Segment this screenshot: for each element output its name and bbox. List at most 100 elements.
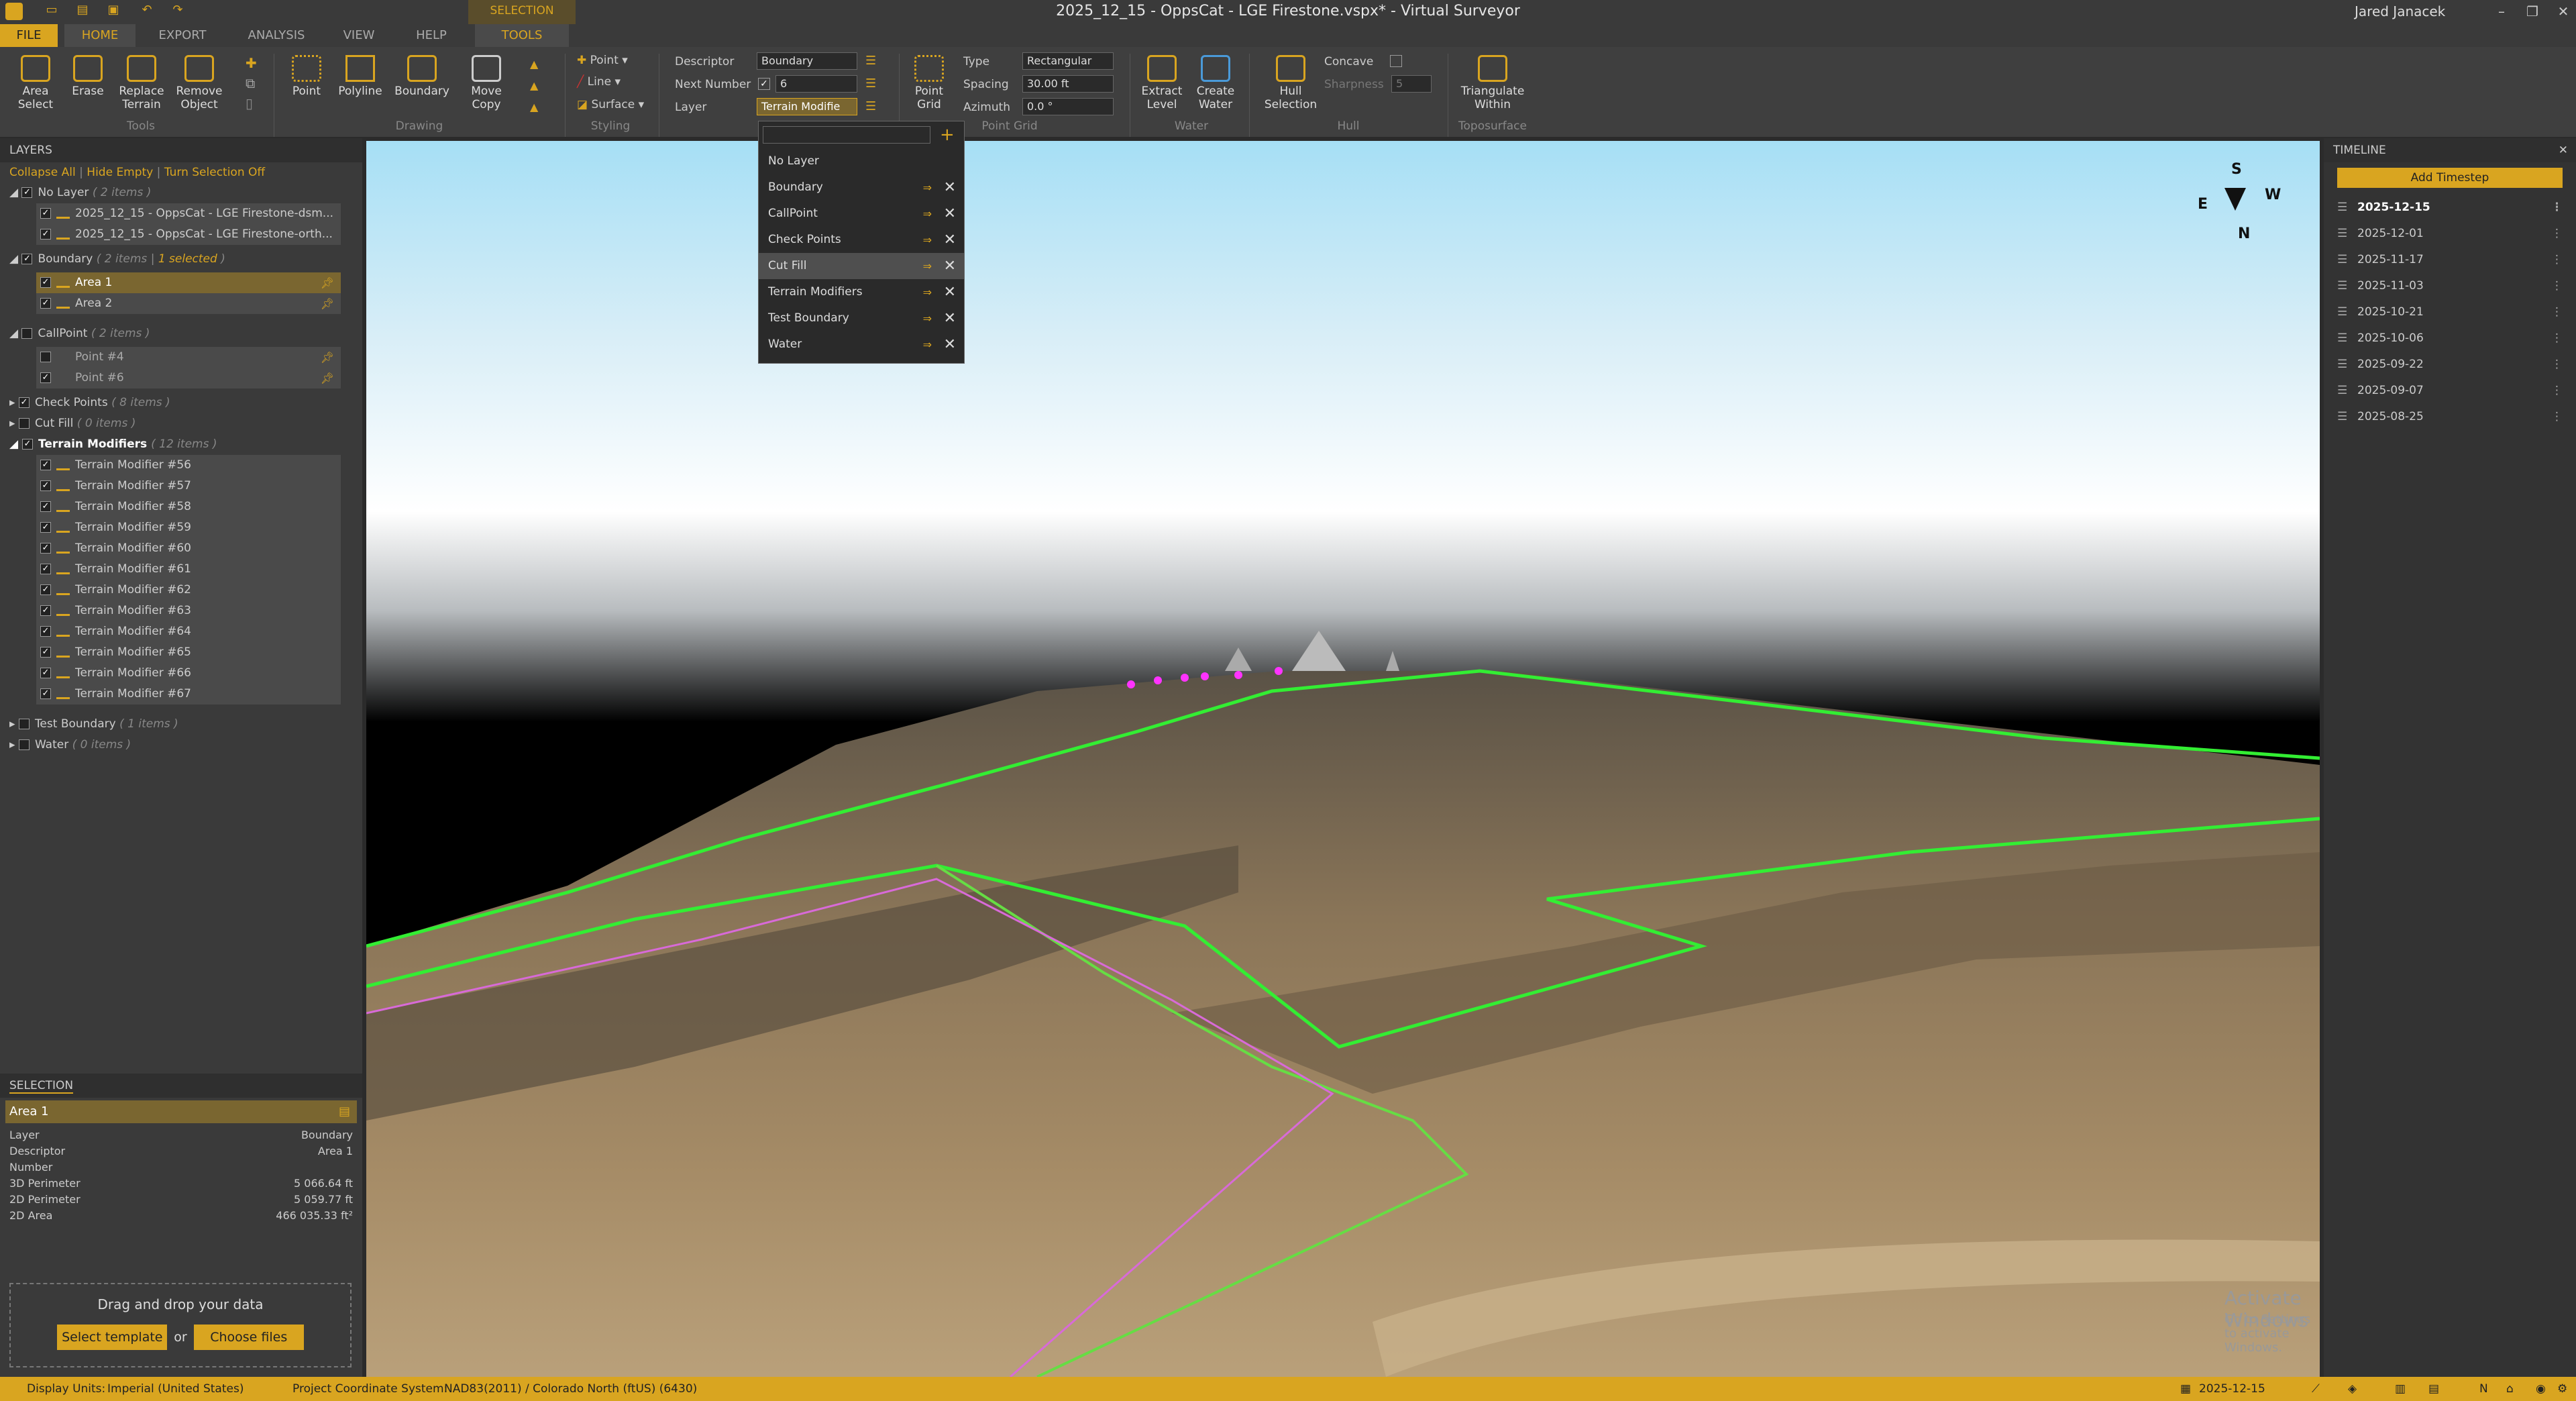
tab-help[interactable]: HELP bbox=[408, 24, 455, 47]
choose-files-button[interactable]: Choose files bbox=[193, 1325, 304, 1350]
expand-arrow-icon[interactable]: ▸ bbox=[9, 738, 19, 751]
dropdown-item-check-points[interactable]: Check Points ⇒ ✕ bbox=[759, 227, 964, 253]
item-checkbox[interactable]: ✓ bbox=[40, 208, 51, 219]
drop-zone[interactable]: Drag and drop your data Select template … bbox=[9, 1283, 352, 1367]
pin-icon[interactable]: 📌︎ bbox=[321, 293, 334, 314]
timeline-item-active[interactable]: ☰ 2025-12-15 ⋮ bbox=[2324, 195, 2576, 221]
trash-icon[interactable]: ▯ bbox=[246, 95, 253, 111]
delete-icon[interactable]: ✕ bbox=[944, 305, 956, 331]
layer-checkbox[interactable]: ✓ bbox=[18, 397, 30, 408]
descriptor-list-icon[interactable]: ☰ bbox=[865, 54, 876, 68]
sharpness-input[interactable]: 5 bbox=[1391, 75, 1432, 93]
delete-icon[interactable]: ✕ bbox=[944, 201, 956, 227]
expand-arrow-icon[interactable]: ▸ bbox=[9, 417, 19, 430]
more-icon[interactable]: ⋮ bbox=[2551, 195, 2563, 221]
display-units-value[interactable]: Imperial (United States) bbox=[107, 1377, 244, 1401]
number-list-icon[interactable]: ☰ bbox=[865, 76, 876, 91]
timeline-item[interactable]: ☰ 2025-09-07 ⋮ bbox=[2324, 378, 2576, 404]
copy-icon[interactable]: ⧉ bbox=[246, 75, 255, 91]
pin-icon[interactable]: 📌︎ bbox=[321, 272, 334, 293]
layer-item[interactable]: ✓ Terrain Modifier #66 bbox=[36, 663, 341, 684]
layer-checkbox[interactable]: ✓ bbox=[21, 187, 33, 198]
merge-icon[interactable]: ⇒ bbox=[923, 279, 932, 305]
item-checkbox[interactable]: ✓ bbox=[40, 605, 51, 616]
collapse-arrow-icon[interactable]: ◢ bbox=[9, 437, 22, 451]
layer-group-test-boundary[interactable]: ▸ Test Boundary ( 1 items ) bbox=[0, 714, 362, 735]
timeline-item[interactable]: ☰ 2025-12-01 ⋮ bbox=[2324, 221, 2576, 247]
layer-group-terrain-modifiers[interactable]: ◢ ✓ Terrain Modifiers ( 12 items ) bbox=[0, 434, 362, 455]
layer-item[interactable]: ✓ Terrain Modifier #58 bbox=[36, 497, 341, 517]
dropdown-item-boundary[interactable]: Boundary ⇒ ✕ bbox=[759, 174, 964, 201]
open-icon[interactable]: ▭ bbox=[43, 3, 60, 19]
drag-handle-icon[interactable]: ☰ bbox=[2337, 221, 2347, 247]
tool-extra-icon[interactable]: ✚ bbox=[246, 55, 257, 71]
item-checkbox[interactable]: ✓ bbox=[40, 626, 51, 637]
replace-terrain-button[interactable]: Replace Terrain bbox=[115, 55, 168, 111]
add-timestep-button[interactable]: Add Timestep bbox=[2337, 168, 2563, 188]
layer-select[interactable]: Terrain Modifie bbox=[757, 98, 857, 115]
merge-icon[interactable]: ⇒ bbox=[923, 253, 932, 279]
tab-home[interactable]: HOME bbox=[64, 24, 136, 47]
north-icon[interactable]: N bbox=[2479, 1377, 2488, 1401]
erase-button[interactable]: Erase bbox=[64, 55, 111, 98]
select-template-button[interactable]: Select template bbox=[57, 1325, 168, 1350]
item-checkbox[interactable]: ✓ bbox=[40, 501, 51, 512]
draw-option-icon[interactable]: ▲ bbox=[530, 101, 538, 113]
layer-item[interactable]: ✓ Terrain Modifier #63 bbox=[36, 601, 341, 621]
undo-icon[interactable]: ↶ bbox=[138, 3, 156, 19]
drag-handle-icon[interactable]: ☰ bbox=[2337, 404, 2347, 430]
type-select[interactable]: Rectangular bbox=[1022, 52, 1114, 70]
dropdown-item-water[interactable]: Water ⇒ ✕ bbox=[759, 331, 964, 358]
layer-item[interactable]: ✓ Terrain Modifier #59 bbox=[36, 517, 341, 538]
point-grid-button[interactable]: Point Grid bbox=[907, 55, 951, 111]
drag-handle-icon[interactable]: ☰ bbox=[2337, 352, 2347, 378]
turn-selection-off-link[interactable]: Turn Selection Off bbox=[164, 166, 265, 179]
layer-dropdown[interactable]: + No Layer Boundary ⇒ ✕ CallPoint ⇒ ✕ Check … bbox=[758, 121, 965, 364]
layer-group-callpoint[interactable]: ◢ CallPoint ( 2 items ) bbox=[0, 323, 362, 344]
layer-checkbox[interactable] bbox=[18, 418, 30, 429]
draw-option-icon[interactable]: ▲ bbox=[530, 58, 538, 70]
grid-icon[interactable]: ▥ bbox=[2395, 1377, 2406, 1401]
timeline-item[interactable]: ☰ 2025-11-17 ⋮ bbox=[2324, 247, 2576, 273]
item-checkbox[interactable]: ✓ bbox=[40, 522, 51, 533]
layer-item[interactable]: ✓ Area 2 📌︎ bbox=[36, 293, 341, 314]
style-point-button[interactable]: ✚ Point ▾ bbox=[577, 54, 628, 67]
timeline-item[interactable]: ☰ 2025-10-06 ⋮ bbox=[2324, 325, 2576, 352]
collapse-all-link[interactable]: Collapse All bbox=[9, 166, 76, 179]
layer-checkbox[interactable] bbox=[18, 719, 30, 729]
layer-search-input[interactable] bbox=[763, 126, 930, 144]
dropdown-item-terrain-modifiers[interactable]: Terrain Modifiers ⇒ ✕ bbox=[759, 279, 964, 305]
fence-icon[interactable]: ▤ bbox=[2428, 1377, 2439, 1401]
layer-item[interactable]: ✓ Terrain Modifier #56 bbox=[36, 455, 341, 476]
home-icon[interactable]: ⌂ bbox=[2506, 1377, 2514, 1401]
layer-group-water[interactable]: ▸ Water ( 0 items ) bbox=[0, 735, 362, 756]
dropdown-item-cut-fill[interactable]: Cut Fill ⇒ ✕ bbox=[759, 253, 964, 279]
camera-icon[interactable]: ◉ bbox=[2536, 1377, 2546, 1401]
boundary-button[interactable]: Boundary bbox=[392, 55, 452, 98]
drag-handle-icon[interactable]: ☰ bbox=[2337, 378, 2347, 404]
point-button[interactable]: Point bbox=[282, 55, 331, 98]
item-checkbox[interactable]: ✓ bbox=[40, 564, 51, 574]
next-number-input[interactable]: 6 bbox=[775, 75, 857, 93]
merge-icon[interactable]: ⇒ bbox=[923, 227, 932, 253]
next-number-checkbox[interactable]: ✓ bbox=[758, 78, 770, 90]
drag-handle-icon[interactable]: ☰ bbox=[2337, 273, 2347, 299]
layer-item[interactable]: ✓ Terrain Modifier #61 bbox=[36, 559, 341, 580]
layer-item[interactable]: ✓ Terrain Modifier #67 bbox=[36, 684, 341, 705]
expand-arrow-icon[interactable]: ▸ bbox=[9, 717, 19, 731]
chart-icon[interactable]: ⟋ bbox=[2312, 1377, 2320, 1401]
close-icon[interactable]: ✕ bbox=[2559, 138, 2568, 162]
calendar-icon[interactable]: ▦ bbox=[2180, 1377, 2191, 1401]
tab-analysis[interactable]: ANALYSIS bbox=[236, 24, 317, 47]
more-icon[interactable]: ⋮ bbox=[2551, 221, 2563, 247]
layer-checkbox[interactable] bbox=[21, 328, 33, 339]
item-checkbox[interactable]: ✓ bbox=[40, 668, 51, 678]
polyline-button[interactable]: Polyline bbox=[335, 55, 385, 98]
triangulate-within-button[interactable]: Triangulate Within bbox=[1456, 55, 1529, 111]
layer-item-selected[interactable]: ✓ Area 1 📌︎ bbox=[36, 272, 341, 293]
item-checkbox[interactable]: ✓ bbox=[40, 372, 51, 383]
drag-handle-icon[interactable]: ☰ bbox=[2337, 247, 2347, 273]
3d-viewport[interactable]: S W E N Activate Windows Go to Settings … bbox=[366, 141, 2320, 1377]
hull-selection-button[interactable]: Hull Selection bbox=[1257, 55, 1324, 111]
layer-group-check-points[interactable]: ▸ ✓ Check Points ( 8 items ) bbox=[0, 393, 362, 413]
